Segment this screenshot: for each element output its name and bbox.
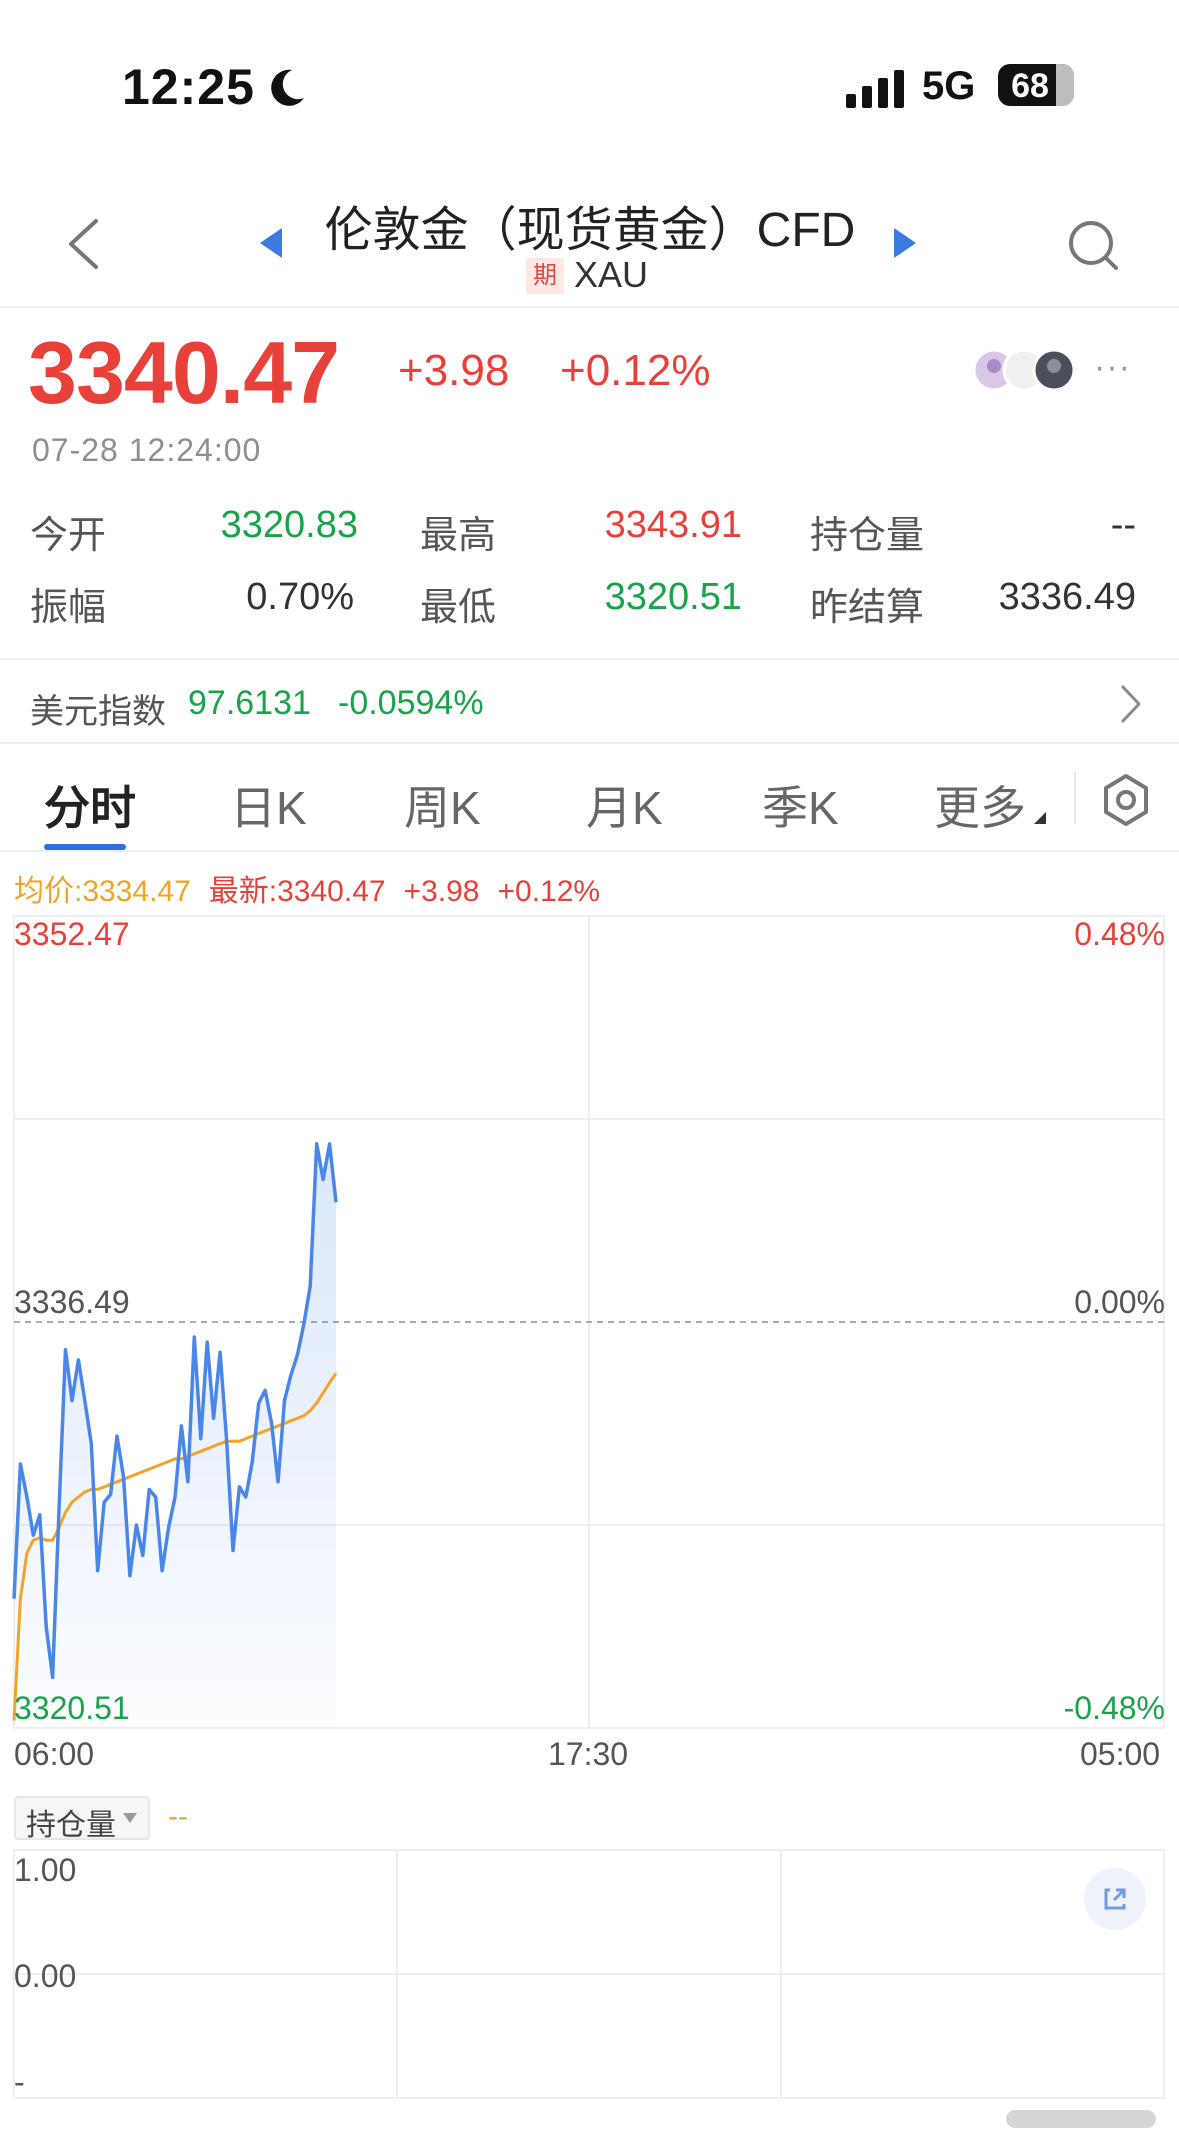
stat-open-label: 今开 [30,515,107,557]
y-right-bottom: -0.48% [1063,1690,1165,1726]
x-tick-mid: 17:30 [548,1736,629,1772]
stat-high-value: 3343.91 [604,504,742,546]
battery-icon: 68 [998,64,1074,106]
stat-low-label: 最低 [420,587,497,629]
stat-amplitude-value: 0.70% [246,576,354,618]
y-left-mid: 3336.49 [14,1284,130,1320]
y-left-bottom: 3320.51 [14,1690,130,1726]
oi-y-mid: 0.00 [14,1958,77,1994]
chevron-right-icon[interactable] [1120,684,1142,724]
moon-icon [271,69,304,106]
more-menu-button[interactable]: ··· [1094,348,1131,387]
divider [0,742,1179,744]
divider [0,306,1179,308]
stat-low-value: 3320.51 [604,576,742,618]
y-right-mid: 0.00% [1074,1284,1165,1320]
dropdown-corner-icon [1034,812,1046,824]
tab-more[interactable]: 更多 [934,772,1026,838]
stat-amplitude-label: 振幅 [30,587,107,629]
gesture-bar [1006,2110,1156,2128]
y-right-top: 0.48% [1074,916,1165,952]
tab-quarterly[interactable]: 季K [762,772,839,838]
stat-prev-settle-value: 3336.49 [998,576,1136,618]
stat-high-label: 最高 [420,515,497,557]
back-chevron-icon[interactable] [66,218,100,270]
status-time: 12:25 [122,59,255,115]
stat-oi-value: -- [1110,504,1136,546]
expand-button[interactable] [1084,1868,1146,1930]
search-icon[interactable] [1066,218,1120,272]
dxy-label: 美元指数 [30,693,166,731]
indicator-label: 持仓量 [26,1809,116,1842]
x-tick-end: 05:00 [1080,1736,1161,1772]
open-interest-chart [13,1849,1165,2099]
instrument-symbol: XAU [574,254,649,295]
tab-weekly[interactable]: 周K [404,772,481,838]
expand-icon [1104,1888,1126,1910]
stat-prev-settle-label: 昨结算 [810,587,925,629]
battery-level: 68 [1011,67,1049,105]
dxy-value: 97.6131 [188,684,311,722]
tab-daily[interactable]: 日K [230,772,307,838]
futures-badge: 期 [526,258,564,294]
network-type: 5G [922,64,976,108]
price-change-pct: +0.12% [560,346,711,395]
oi-y-bottom: - [14,2064,25,2100]
x-tick-start: 06:00 [14,1736,95,1772]
next-instrument-icon[interactable] [892,226,918,260]
chart-settings-icon[interactable] [1098,772,1154,828]
dxy-change: -0.0594% [338,684,484,722]
stat-open-value: 3320.83 [220,504,358,546]
avatar-group[interactable] [972,348,1082,392]
intraday-chart[interactable] [0,900,1179,1730]
divider [0,850,1179,852]
price-change: +3.98 [398,346,510,395]
tab-monthly[interactable]: 月K [586,772,663,838]
indicator-value: -- [168,1800,188,1833]
oi-y-top: 1.00 [14,1852,77,1888]
tab-separator [1074,772,1076,824]
instrument-title: 伦敦金（现货黄金）CFD [324,204,856,257]
dxy-row[interactable] [0,660,1179,742]
quote-datetime: 07-28 12:24:00 [32,432,262,468]
cell-signal-icon [846,70,904,108]
y-left-top: 3352.47 [14,916,130,952]
dropdown-arrow-icon [123,1813,137,1823]
last-price: 3340.47 [28,323,340,422]
prev-instrument-icon[interactable] [258,226,284,260]
tab-intraday[interactable]: 分时 [44,772,136,838]
stat-oi-label: 持仓量 [810,515,925,557]
